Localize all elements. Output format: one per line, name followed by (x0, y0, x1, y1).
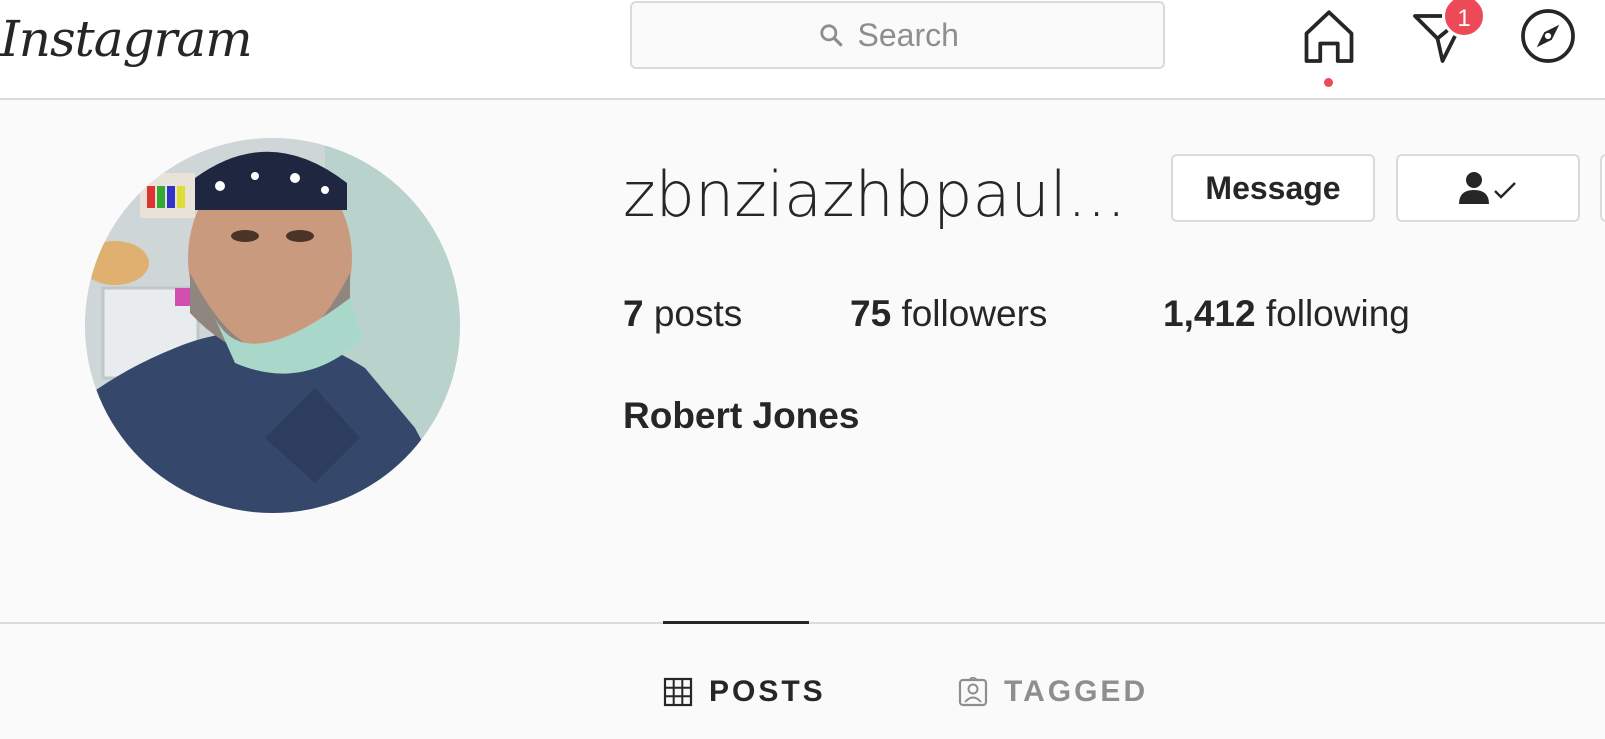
posts-label: posts (653, 293, 743, 334)
search-input[interactable] (857, 16, 978, 54)
followers-label: followers (901, 293, 1048, 334)
following-toggle-button[interactable] (1396, 154, 1580, 222)
profile-full-name: Robert Jones (623, 395, 860, 436)
posts-stat: 7 posts (623, 286, 742, 342)
compass-icon[interactable] (1518, 6, 1578, 66)
following-label: following (1265, 293, 1410, 334)
instagram-logo[interactable]: Instagram (0, 4, 253, 84)
profile-username: zbnziazhbpaul... (623, 158, 1127, 231)
suggested-accounts-button[interactable] (1600, 154, 1605, 222)
tab-tagged-label: TAGGED (1004, 675, 1149, 708)
followers-stat[interactable]: 75 followers (850, 286, 1047, 342)
tab-posts[interactable]: POSTS (663, 668, 826, 716)
search-icon (819, 24, 842, 47)
posts-count: 7 (623, 293, 644, 334)
notification-badge: 1 (1442, 0, 1486, 38)
home-icon[interactable] (1299, 6, 1359, 66)
following-stat[interactable]: 1,412 following (1163, 286, 1410, 342)
person-check-icon (1459, 172, 1516, 204)
tagged-icon (958, 677, 988, 707)
following-count: 1,412 (1163, 293, 1256, 334)
message-button[interactable]: Message (1171, 154, 1375, 222)
top-navigation-bar: Instagram 1 (0, 0, 1605, 100)
tab-posts-label: POSTS (709, 675, 826, 708)
tab-tagged[interactable]: TAGGED (958, 668, 1148, 716)
grid-icon (663, 677, 693, 707)
home-active-dot (1324, 78, 1333, 87)
profile-photo (85, 138, 460, 513)
active-tab-indicator (663, 621, 809, 624)
followers-count: 75 (850, 293, 892, 334)
search-box[interactable] (630, 1, 1165, 69)
profile-avatar[interactable] (85, 138, 460, 513)
